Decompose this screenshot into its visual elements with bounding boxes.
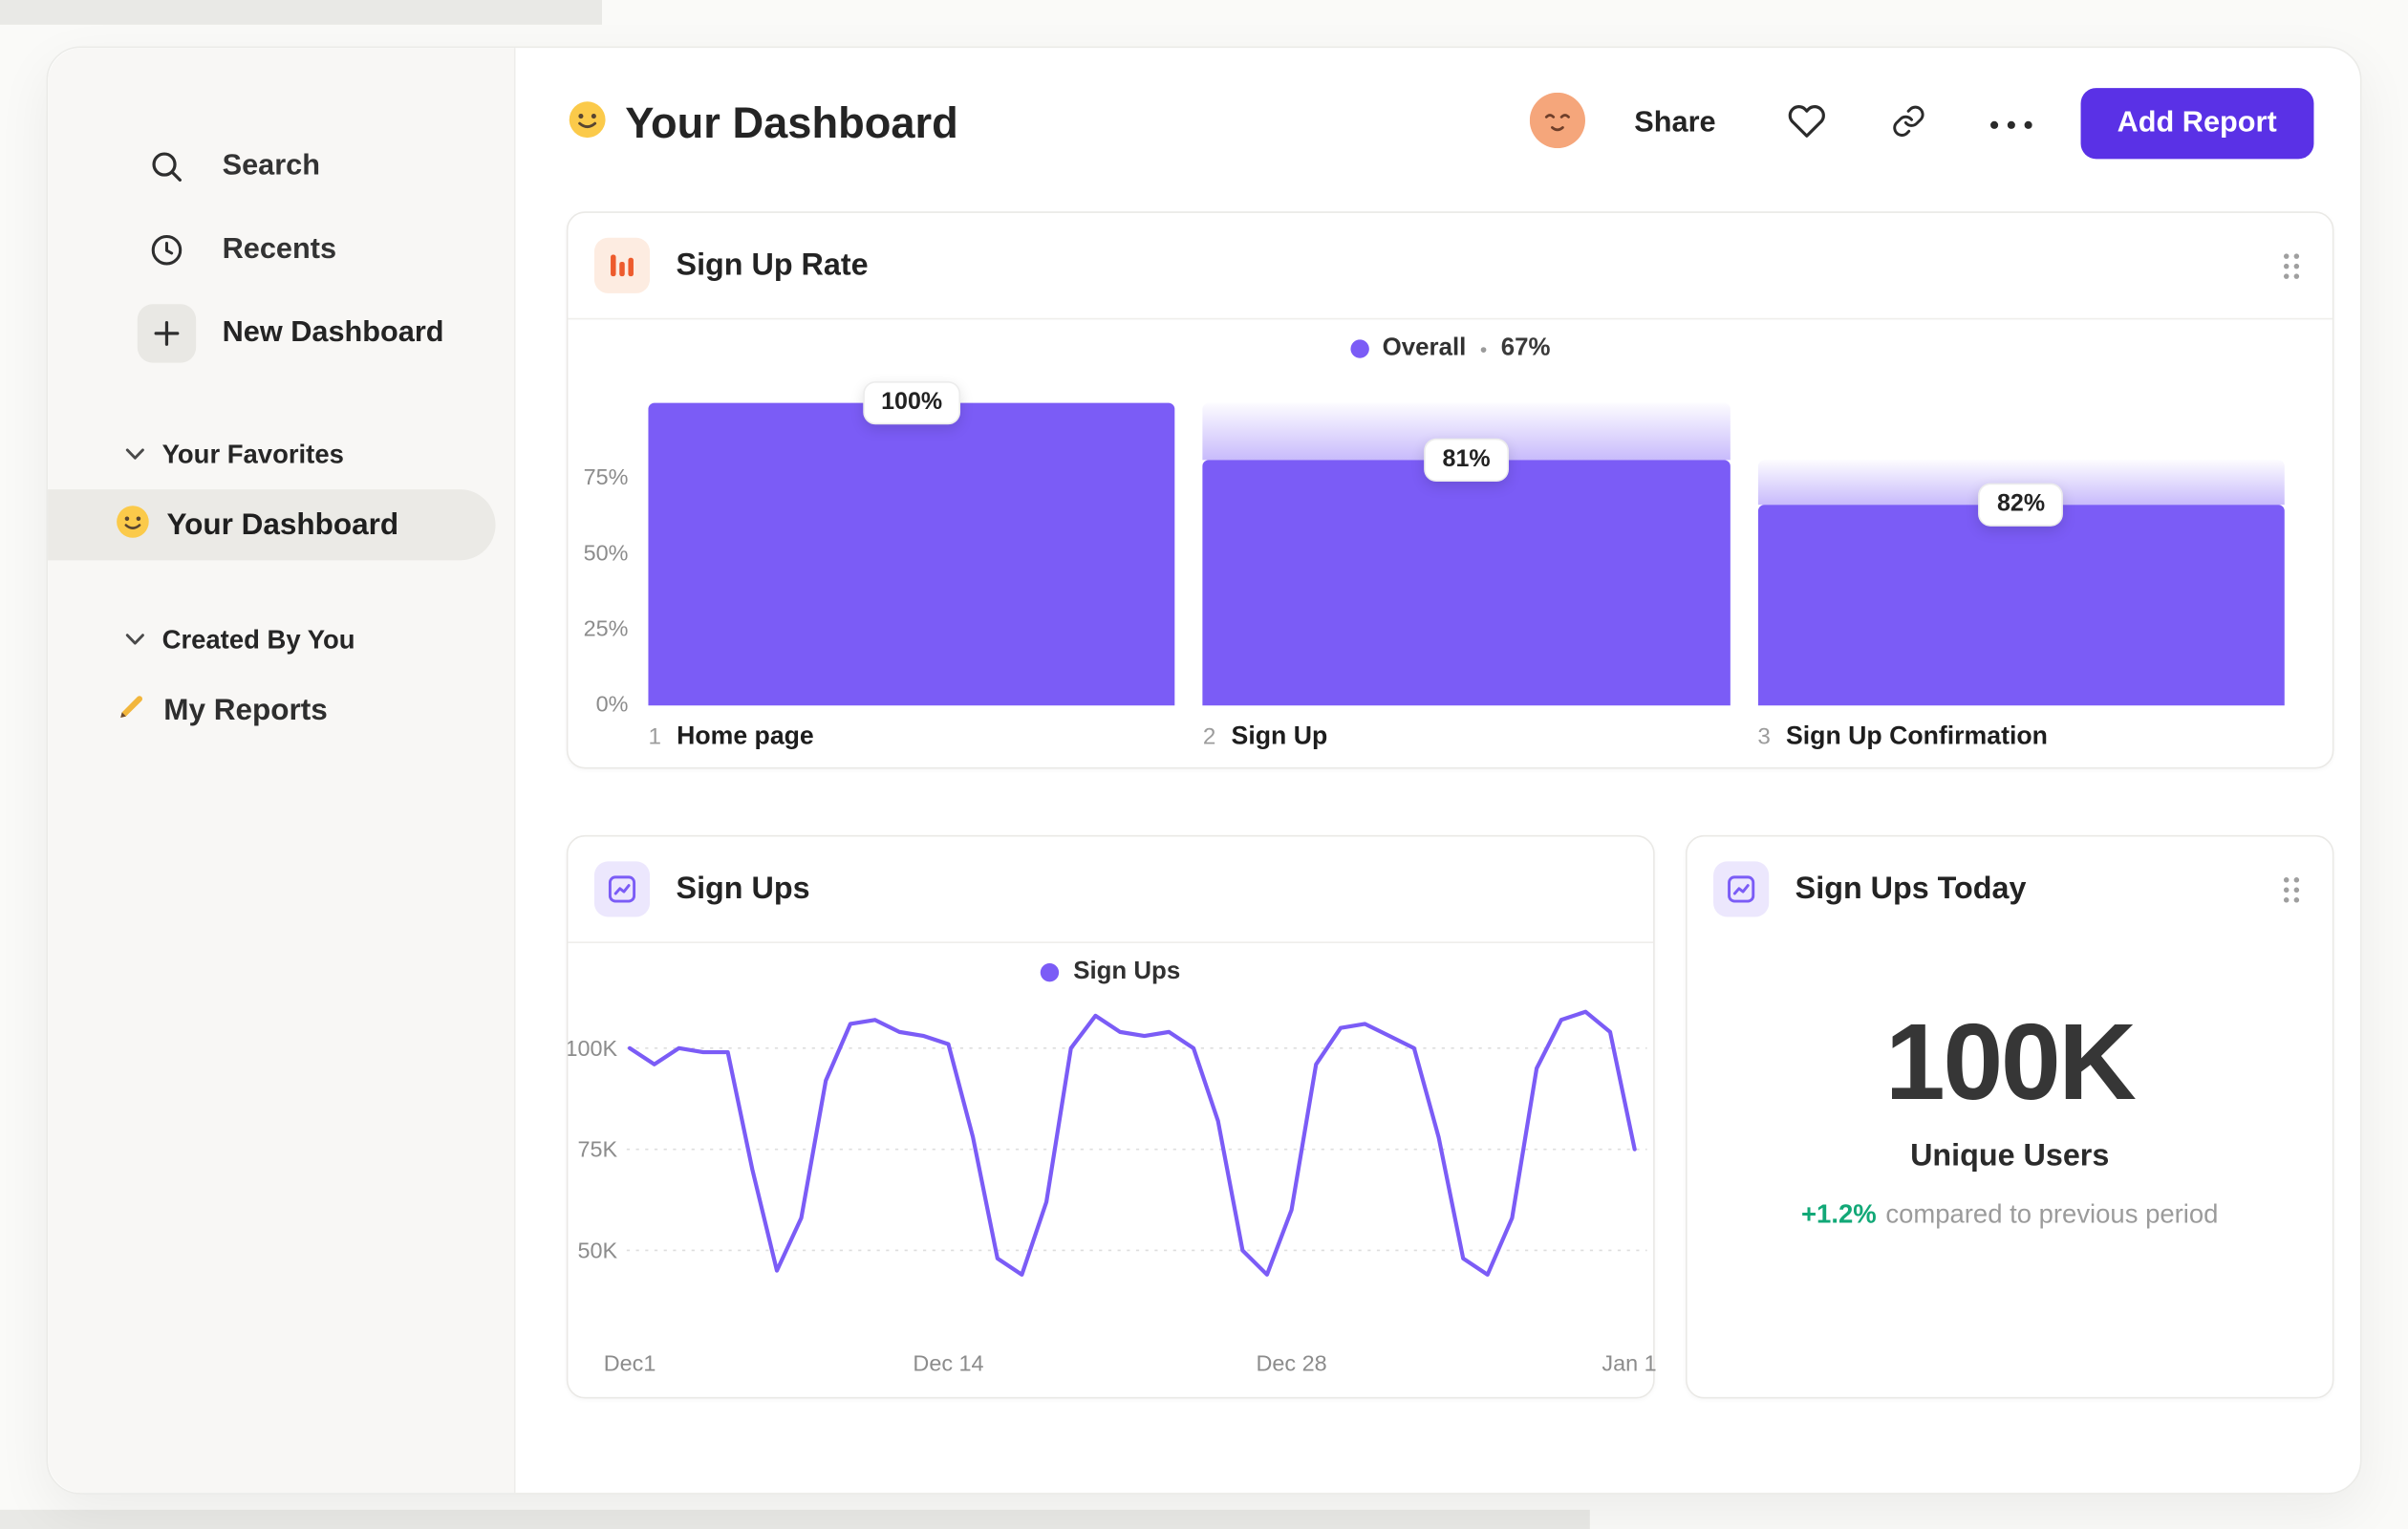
plus-icon <box>137 304 197 363</box>
section-title: Your Favorites <box>161 440 344 470</box>
drag-handle-icon[interactable] <box>2282 875 2302 913</box>
funnel-step-label: 1 Home page <box>648 721 814 751</box>
sidebar-item-search[interactable]: Search <box>48 125 514 208</box>
bar-value-chip: 81% <box>1424 439 1510 483</box>
line-chart-icon <box>593 861 651 917</box>
card-header: Sign Up Rate <box>568 213 2333 320</box>
legend-dot <box>1041 962 1060 982</box>
funnel-chart: 75% 50% 25% 0% 100% 81% 82% <box>568 380 2285 718</box>
drag-handle-icon[interactable] <box>2282 251 2302 289</box>
add-report-button[interactable]: Add Report <box>2079 88 2314 160</box>
legend-value: 67% <box>1500 334 1551 361</box>
sidebar: Search Recents New Dashboard Your Favori… <box>48 48 516 1494</box>
funnel-bars: 100% 81% 82% <box>648 380 2285 706</box>
signups-line-chart: 100K 75K 50K Dec1 Dec 14 Dec 28 Jan 11 <box>568 1009 1656 1375</box>
funnel-y-tick: 75% <box>583 465 629 491</box>
card-header: Sign Ups Today <box>1688 837 2333 942</box>
favorites-section-header[interactable]: Your Favorites <box>48 424 514 486</box>
funnel-bar-2: 81% <box>1202 402 1731 706</box>
funnel-bar-fill <box>648 402 1175 706</box>
y-tick-label: 50K <box>577 1238 617 1263</box>
metric-label: Unique Users <box>1910 1139 2110 1174</box>
smiley-emoji-icon <box>115 503 152 548</box>
ellipsis-icon <box>1988 112 2033 135</box>
card-title: Sign Up Rate <box>676 248 869 282</box>
new-dashboard-icon-tile <box>137 304 197 363</box>
legend-label: Overall <box>1382 334 1467 361</box>
dashboard-header: Your Dashboard Share Add Report <box>567 80 2314 166</box>
created-section-header[interactable]: Created By You <box>48 610 514 672</box>
x-tick-label: Jan 11 <box>1602 1350 1656 1375</box>
metric-delta: +1.2% compared to previous period <box>1688 1199 2333 1230</box>
main-content: Your Dashboard Share Add Report Sign Up … <box>517 48 2360 1493</box>
signups-line <box>627 1009 1637 1277</box>
funnel-bar-fill <box>1757 505 2285 706</box>
line-chart-icon <box>1713 861 1770 917</box>
sidebar-item-my-reports[interactable]: My Reports <box>48 675 514 745</box>
funnel-y-axis: 75% 50% 25% 0% <box>568 403 648 718</box>
favorite-heart-button[interactable] <box>1787 102 1825 145</box>
delta-value: +1.2% <box>1801 1199 1877 1229</box>
funnel-y-tick: 50% <box>583 541 629 567</box>
funnel-bar-fill <box>1202 460 1731 706</box>
signups-today-card: Sign Ups Today 100K Unique Users +1.2% co… <box>1685 834 2334 1399</box>
app-window: Search Recents New Dashboard Your Favori… <box>46 46 2362 1495</box>
avatar[interactable] <box>1529 92 1585 155</box>
y-tick-label: 100K <box>568 1036 617 1061</box>
sidebar-item-new-dashboard[interactable]: New Dashboard <box>48 291 514 375</box>
heart-icon <box>1787 102 1825 145</box>
page-title: Your Dashboard <box>625 98 958 147</box>
background-window-edge-bottom <box>0 1509 1590 1529</box>
funnel-y-tick: 0% <box>595 693 629 719</box>
sidebar-item-recents[interactable]: Recents <box>48 208 514 291</box>
metric-body: 100K Unique Users +1.2% compared to previ… <box>1688 941 2333 1230</box>
legend-separator: • <box>1479 336 1488 361</box>
sidebar-item-label: Search <box>222 149 320 183</box>
chevron-down-icon <box>125 627 145 655</box>
funnel-bar-3: 82% <box>1757 403 2285 706</box>
sidebar-item-label: My Reports <box>163 692 328 727</box>
bar-value-chip: 82% <box>1978 483 2064 527</box>
card-header: Sign Ups <box>568 837 1654 943</box>
background-window-edge-top <box>0 0 602 25</box>
bar-chart-icon <box>593 237 651 293</box>
card-title: Sign Ups Today <box>1795 871 2027 906</box>
x-tick-label: Dec 14 <box>913 1350 983 1375</box>
funnel-step-label: 3 Sign Up Confirmation <box>1757 721 2048 751</box>
legend-label: Sign Ups <box>1073 958 1181 985</box>
pencil-emoji-icon <box>115 689 149 731</box>
smiley-emoji-icon <box>567 98 609 148</box>
funnel-step-labels: 1 Home page 2 Sign Up 3 Sign Up Confirmation <box>648 722 2284 752</box>
clock-icon <box>138 221 196 279</box>
delta-caption: compared to previous period <box>1885 1199 2219 1229</box>
funnel-legend: Overall • 67% <box>568 319 2332 377</box>
signups-card: Sign Ups Sign Ups 100K 75K 50K Dec1 Dec 14 De… <box>566 834 1656 1399</box>
card-title: Sign Ups <box>676 871 810 906</box>
funnel-y-tick: 25% <box>583 617 629 642</box>
share-button[interactable]: Share <box>1634 106 1715 140</box>
chevron-down-icon <box>125 441 145 469</box>
section-title: Created By You <box>161 625 355 655</box>
link-icon <box>1890 103 1925 143</box>
y-tick-label: 75K <box>577 1137 617 1162</box>
sidebar-item-your-dashboard[interactable]: Your Dashboard <box>48 489 496 561</box>
more-options-button[interactable] <box>1988 112 2033 135</box>
sidebar-section-created-by-you: Created By You My Reports <box>48 610 514 745</box>
copy-link-button[interactable] <box>1890 103 1925 143</box>
sidebar-section-favorites: Your Favorites Your Dashboard <box>48 424 514 561</box>
funnel-bar-1: 100% <box>648 380 1175 706</box>
funnel-step-label: 2 Sign Up <box>1202 721 1328 751</box>
sidebar-item-label: New Dashboard <box>222 316 444 350</box>
x-tick-label: Dec 28 <box>1257 1350 1327 1375</box>
page: Search Recents New Dashboard Your Favori… <box>0 0 2408 1529</box>
bar-value-chip: 100% <box>862 380 961 425</box>
sidebar-item-label: Recents <box>222 232 337 266</box>
signup-rate-card: Sign Up Rate Overall • 67% 75% 50% 25% 0% 1… <box>566 211 2334 769</box>
legend-dot <box>1349 339 1369 358</box>
header-actions: Share Add Report <box>1529 88 2314 160</box>
metric-value: 100K <box>1884 1001 2137 1123</box>
x-tick-label: Dec1 <box>604 1350 656 1375</box>
search-icon <box>138 138 196 196</box>
sidebar-item-label: Your Dashboard <box>166 506 399 542</box>
